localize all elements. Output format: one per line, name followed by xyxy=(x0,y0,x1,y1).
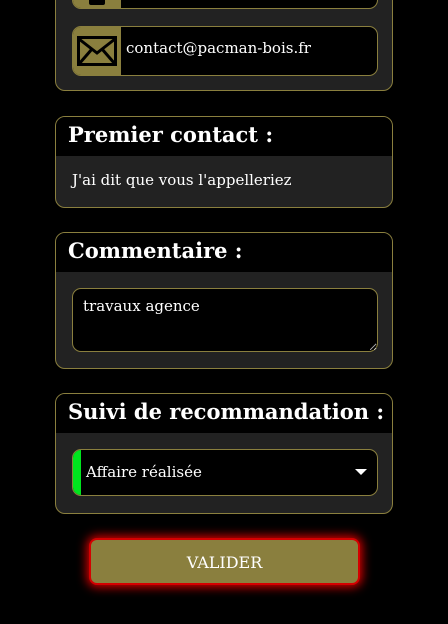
validate-button[interactable]: VALIDER xyxy=(89,538,360,585)
email-text: contact@pacman-bois.fr xyxy=(126,39,311,57)
premier-contact-card: Premier contact : J'ai dit que vous l'ap… xyxy=(55,116,393,208)
phone-icon-box xyxy=(73,0,121,8)
commentaire-title: Commentaire : xyxy=(56,233,392,272)
commentaire-card: Commentaire : xyxy=(55,232,393,369)
suivi-select[interactable]: Affaire réalisée xyxy=(72,449,378,496)
contact-card: contact@pacman-bois.fr xyxy=(55,0,393,91)
commentaire-textarea[interactable] xyxy=(72,288,378,352)
suivi-card: Suivi de recommandation : Affaire réalis… xyxy=(55,393,393,514)
mail-icon xyxy=(77,36,117,66)
email-field[interactable]: contact@pacman-bois.fr xyxy=(72,26,378,76)
status-indicator xyxy=(73,450,81,495)
premier-contact-title: Premier contact : xyxy=(56,117,392,156)
dropdown-caret-icon xyxy=(355,469,367,475)
suivi-selected-value: Affaire réalisée xyxy=(86,463,202,481)
mail-icon-box xyxy=(73,27,121,75)
suivi-title: Suivi de recommandation : xyxy=(56,394,392,433)
phone-field[interactable] xyxy=(72,0,378,9)
premier-contact-value: J'ai dit que vous l'appelleriez xyxy=(72,171,292,189)
phone-icon xyxy=(89,0,105,5)
